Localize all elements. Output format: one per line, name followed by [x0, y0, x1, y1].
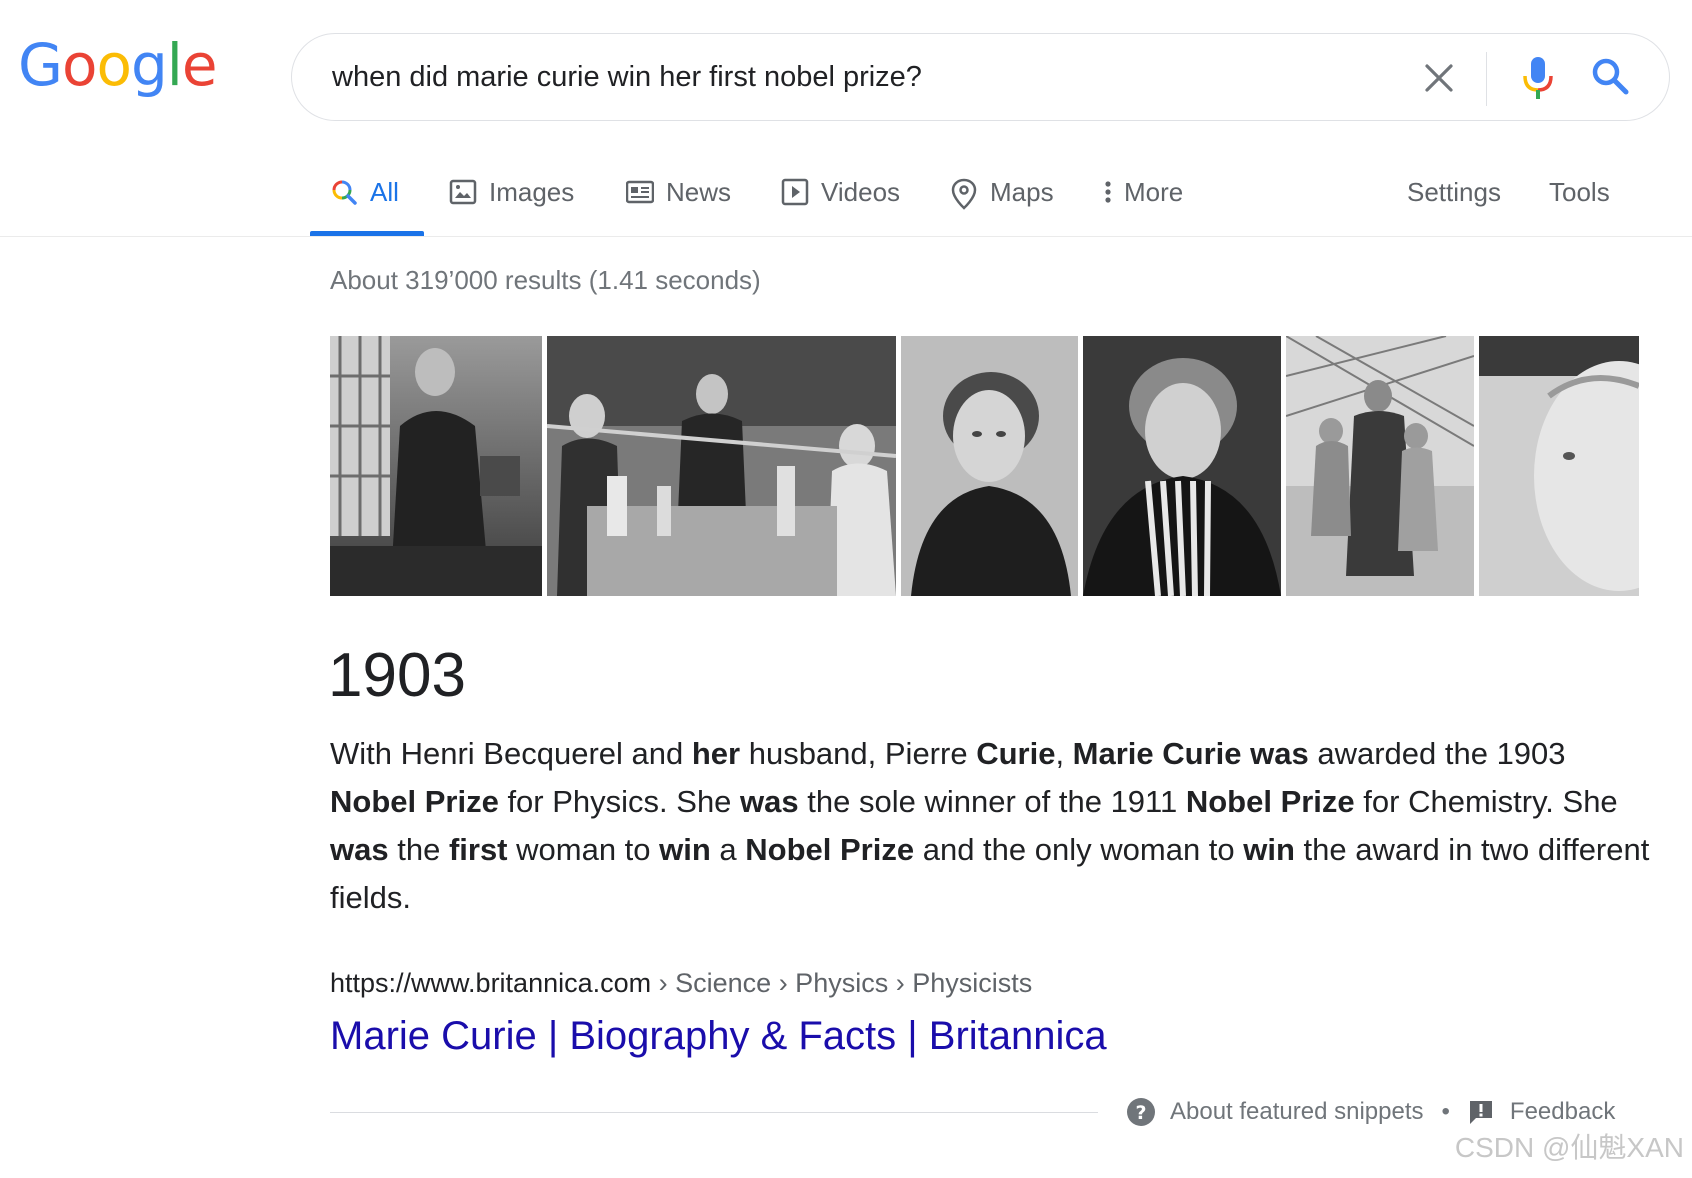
tab-news[interactable]: News: [626, 172, 731, 212]
snippet-highlight: Marie Curie was: [1072, 736, 1309, 771]
watermark: CSDN @仙魁XAN: [1454, 1132, 1684, 1163]
logo-letter: l: [166, 31, 183, 99]
newspaper-icon: [626, 178, 654, 206]
snippet-text: a: [710, 832, 746, 867]
snippet-text: awarded the 1903: [1308, 736, 1566, 771]
map-pin-icon: [950, 178, 978, 210]
mic-icon[interactable]: [1520, 56, 1556, 100]
snippet-text: for Chemistry. She: [1354, 784, 1618, 819]
tab-more[interactable]: More: [1100, 172, 1183, 212]
search-icon: [330, 178, 358, 206]
tab-label: Tools: [1549, 176, 1610, 207]
tab-label: Videos: [821, 176, 901, 207]
about-featured-snippets-link[interactable]: ? About featured snippets: [1126, 1097, 1424, 1127]
tab-label: Maps: [990, 176, 1054, 207]
tab-images[interactable]: Images: [449, 172, 574, 212]
snippet-highlight: win: [1243, 832, 1295, 867]
snippet-highlight: was: [740, 784, 799, 819]
tab-tools[interactable]: Tools: [1549, 172, 1610, 212]
tabs-divider: [0, 236, 1692, 237]
logo-letter: e: [181, 31, 218, 99]
tab-label: Settings: [1407, 176, 1501, 207]
snippet-text: ,: [1055, 736, 1073, 771]
result-image[interactable]: [1479, 336, 1639, 596]
snippet-text: for Physics. She: [498, 784, 741, 819]
snippet-text: husband, Pierre: [740, 736, 977, 771]
snippet-text: and the only woman to: [914, 832, 1244, 867]
featured-snippet-text: With Henri Becquerel and her husband, Pi…: [330, 730, 1650, 922]
snippet-highlight: Curie: [976, 736, 1056, 771]
play-icon: [781, 178, 809, 206]
result-image[interactable]: [547, 336, 896, 596]
snippet-text: With Henri Becquerel and: [330, 736, 692, 771]
result-image[interactable]: [901, 336, 1078, 596]
search-icon[interactable]: [1590, 56, 1632, 98]
google-logo[interactable]: Google: [18, 31, 218, 99]
tab-label: News: [666, 176, 732, 207]
result-breadcrumbs: › Science › Physics › Physicists: [651, 968, 1033, 998]
results-stats: About 319’000 results (1.41 seconds): [330, 265, 761, 295]
result-image[interactable]: [330, 336, 542, 596]
snippet-text: the: [388, 832, 449, 867]
search-divider: [1486, 52, 1487, 106]
result-image[interactable]: [1286, 336, 1474, 596]
tab-settings[interactable]: Settings: [1407, 172, 1501, 212]
snippet-highlight: Nobel Prize: [330, 784, 499, 819]
tab-all[interactable]: All: [330, 172, 399, 212]
tab-label: All: [370, 176, 399, 207]
kebab-icon: [1100, 178, 1116, 206]
snippet-text: woman to: [507, 832, 660, 867]
feedback-link[interactable]: Feedback: [1468, 1098, 1615, 1126]
result-image[interactable]: [1083, 336, 1281, 596]
result-cite: https://www.britannica.com › Science › P…: [330, 968, 1032, 999]
snippet-footer: ? About featured snippets • Feedback: [1126, 1094, 1615, 1130]
logo-letter: g: [130, 31, 168, 99]
snippet-highlight: her: [691, 736, 741, 771]
logo-letter: o: [96, 31, 131, 99]
search-input[interactable]: when did marie curie win her first nobel…: [332, 61, 922, 94]
search-tabs: All Images News Videos Maps More Setting…: [0, 150, 1692, 236]
logo-letter: o: [61, 31, 97, 99]
close-icon[interactable]: [1418, 57, 1460, 99]
snippet-highlight: Nobel Prize: [745, 832, 915, 867]
tab-label: More: [1124, 176, 1184, 207]
logo-letter: G: [18, 31, 63, 99]
snippet-highlight: first: [448, 832, 508, 867]
image-icon: [449, 178, 477, 206]
snippet-text: the sole winner of the 1911: [798, 784, 1186, 819]
svg-text:?: ?: [1135, 1102, 1146, 1124]
tab-maps[interactable]: Maps: [950, 172, 1054, 212]
snippet-highlight: win: [659, 832, 711, 867]
tab-label: Images: [489, 176, 575, 207]
search-box[interactable]: when did marie curie win her first nobel…: [291, 33, 1670, 121]
snippet-highlight: was: [330, 832, 389, 867]
snippet-divider: [330, 1112, 1098, 1113]
snippet-highlight: Nobel Prize: [1185, 784, 1355, 819]
about-label: About featured snippets: [1170, 1098, 1424, 1125]
footer-separator: •: [1441, 1098, 1450, 1125]
featured-answer-title: 1903: [328, 641, 466, 710]
question-circle-icon: ?: [1126, 1097, 1156, 1127]
result-url: https://www.britannica.com: [330, 968, 652, 998]
feedback-icon: [1468, 1099, 1494, 1125]
result-title-link[interactable]: Marie Curie | Biography & Facts | Britan…: [330, 1014, 1107, 1059]
feedback-label: Feedback: [1509, 1098, 1616, 1125]
tab-videos[interactable]: Videos: [781, 172, 900, 212]
